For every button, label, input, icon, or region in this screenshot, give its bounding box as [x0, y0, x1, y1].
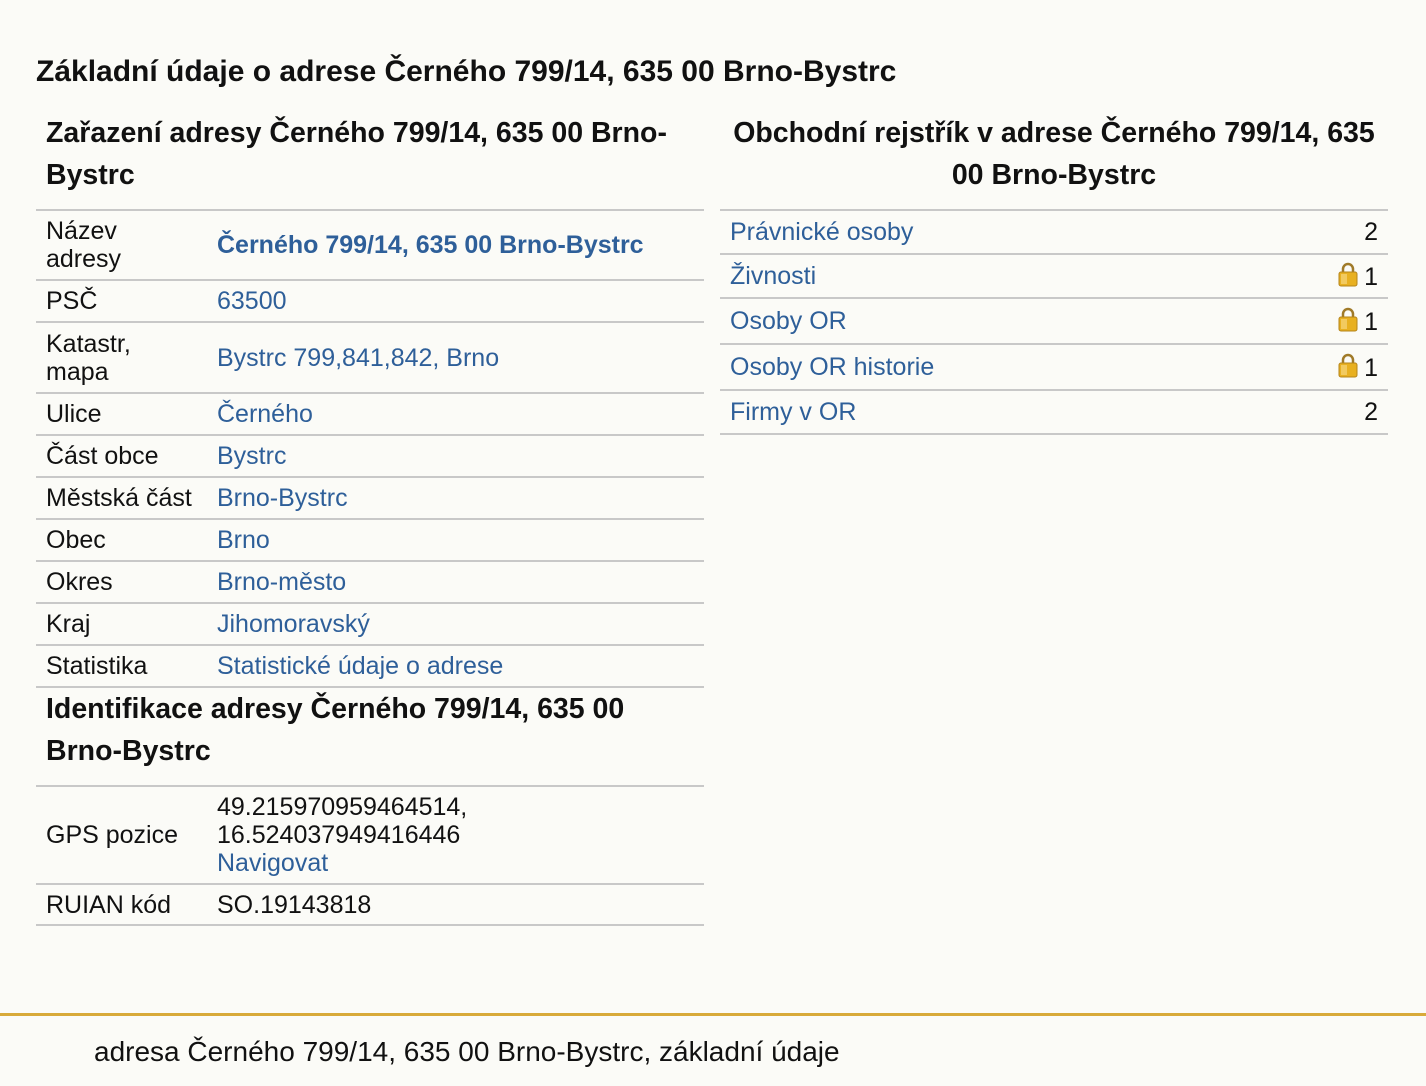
- link-kraj[interactable]: Jihomoravský: [217, 610, 370, 638]
- count-firmy-v-or: 2: [1278, 390, 1388, 435]
- table-row: Ulice Černého: [36, 393, 704, 436]
- link-osoby-or-historie[interactable]: Osoby OR historie: [730, 353, 934, 381]
- navigate-link[interactable]: Navigovat: [217, 849, 328, 877]
- link-ulice[interactable]: Černého: [217, 400, 313, 428]
- table-row: Katastr, mapa Bystrc 799,841,842, Brno: [36, 322, 704, 394]
- zarazeni-table: Název adresy Černého 799/14, 635 00 Brno…: [36, 209, 704, 688]
- link-firmy-v-or[interactable]: Firmy v OR: [730, 398, 856, 426]
- gps-latitude: 49.215970959464514,: [217, 793, 468, 821]
- page-title: Základní údaje o adrese Černého 799/14, …: [36, 55, 897, 88]
- link-mestska-cast[interactable]: Brno-Bystrc: [217, 484, 348, 512]
- link-katastr[interactable]: Bystrc 799,841,842, Brno: [217, 344, 499, 372]
- link-cast-obce[interactable]: Bystrc: [217, 442, 286, 470]
- table-row: Firmy v OR 2: [720, 390, 1388, 435]
- count-osoby-or-historie: 1: [1364, 353, 1378, 382]
- table-row: Obec Brno: [36, 519, 704, 562]
- table-row: Osoby OR historie 1: [720, 344, 1388, 391]
- row-label-statistika: Statistika: [36, 645, 207, 688]
- identifikace-table: GPS pozice 49.215970959464514, 16.524037…: [36, 785, 704, 926]
- ruian-value: SO.19143818: [207, 884, 704, 926]
- lock-icon: [1338, 307, 1358, 331]
- link-pravnicke-osoby[interactable]: Právnické osoby: [730, 218, 913, 246]
- link-osoby-or[interactable]: Osoby OR: [730, 307, 847, 335]
- table-row: Okres Brno-město: [36, 561, 704, 604]
- row-label-ruian: RUIAN kód: [36, 884, 207, 926]
- link-okres[interactable]: Brno-město: [217, 568, 346, 596]
- gps-longitude: 16.524037949416446: [217, 821, 461, 849]
- table-row: PSČ 63500: [36, 280, 704, 323]
- footer-text: adresa Černého 799/14, 635 00 Brno-Bystr…: [94, 1036, 840, 1067]
- rejstrik-title: Obchodní rejstřík v adrese Černého 799/1…: [733, 117, 1375, 191]
- table-row: Právnické osoby 2: [720, 210, 1388, 255]
- row-label-cast-obce: Část obce: [36, 435, 207, 478]
- table-row: RUIAN kód SO.19143818: [36, 884, 704, 926]
- count-zivnosti: 1: [1364, 262, 1378, 291]
- count-pravnicke-osoby: 2: [1278, 210, 1388, 255]
- link-zivnosti[interactable]: Živnosti: [730, 262, 816, 290]
- row-label-ulice: Ulice: [36, 393, 207, 436]
- lock-icon: [1338, 353, 1358, 377]
- address-info-column: Zařazení adresy Černého 799/14, 635 00 B…: [36, 112, 704, 926]
- footer-divider: [0, 1013, 1426, 1016]
- row-label-gps: GPS pozice: [36, 786, 207, 885]
- business-register-column: Obchodní rejstřík v adrese Černého 799/1…: [720, 112, 1388, 435]
- lock-icon: [1338, 262, 1358, 286]
- table-row: Živnosti 1: [720, 254, 1388, 299]
- table-row: Městská část Brno-Bystrc: [36, 477, 704, 520]
- count-osoby-or: 1: [1364, 307, 1378, 336]
- row-label-psc: PSČ: [36, 280, 207, 323]
- table-row: Kraj Jihomoravský: [36, 603, 704, 646]
- link-nazev-adresy[interactable]: Černého 799/14, 635 00 Brno-Bystrc: [217, 231, 644, 259]
- table-row: Název adresy Černého 799/14, 635 00 Brno…: [36, 210, 704, 281]
- link-psc[interactable]: 63500: [217, 287, 287, 315]
- rejstrik-table: Právnické osoby 2 Živnosti 1 Osoby OR 1 …: [720, 209, 1388, 435]
- row-label-okres: Okres: [36, 561, 207, 604]
- link-statistika[interactable]: Statistické údaje o adrese: [217, 652, 503, 680]
- table-row: GPS pozice 49.215970959464514, 16.524037…: [36, 786, 704, 885]
- row-label-obec: Obec: [36, 519, 207, 562]
- identifikace-title: Identifikace adresy Černého 799/14, 635 …: [46, 693, 625, 767]
- table-row: Osoby OR 1: [720, 298, 1388, 345]
- zarazeni-title: Zařazení adresy Černého 799/14, 635 00 B…: [46, 117, 667, 191]
- table-row: Část obce Bystrc: [36, 435, 704, 478]
- row-label-katastr: Katastr, mapa: [36, 322, 207, 394]
- row-label-mestska-cast: Městská část: [36, 477, 207, 520]
- table-row: Statistika Statistické údaje o adrese: [36, 645, 704, 688]
- row-label-kraj: Kraj: [36, 603, 207, 646]
- row-label-nazev: Název adresy: [36, 210, 207, 281]
- link-obec[interactable]: Brno: [217, 526, 270, 554]
